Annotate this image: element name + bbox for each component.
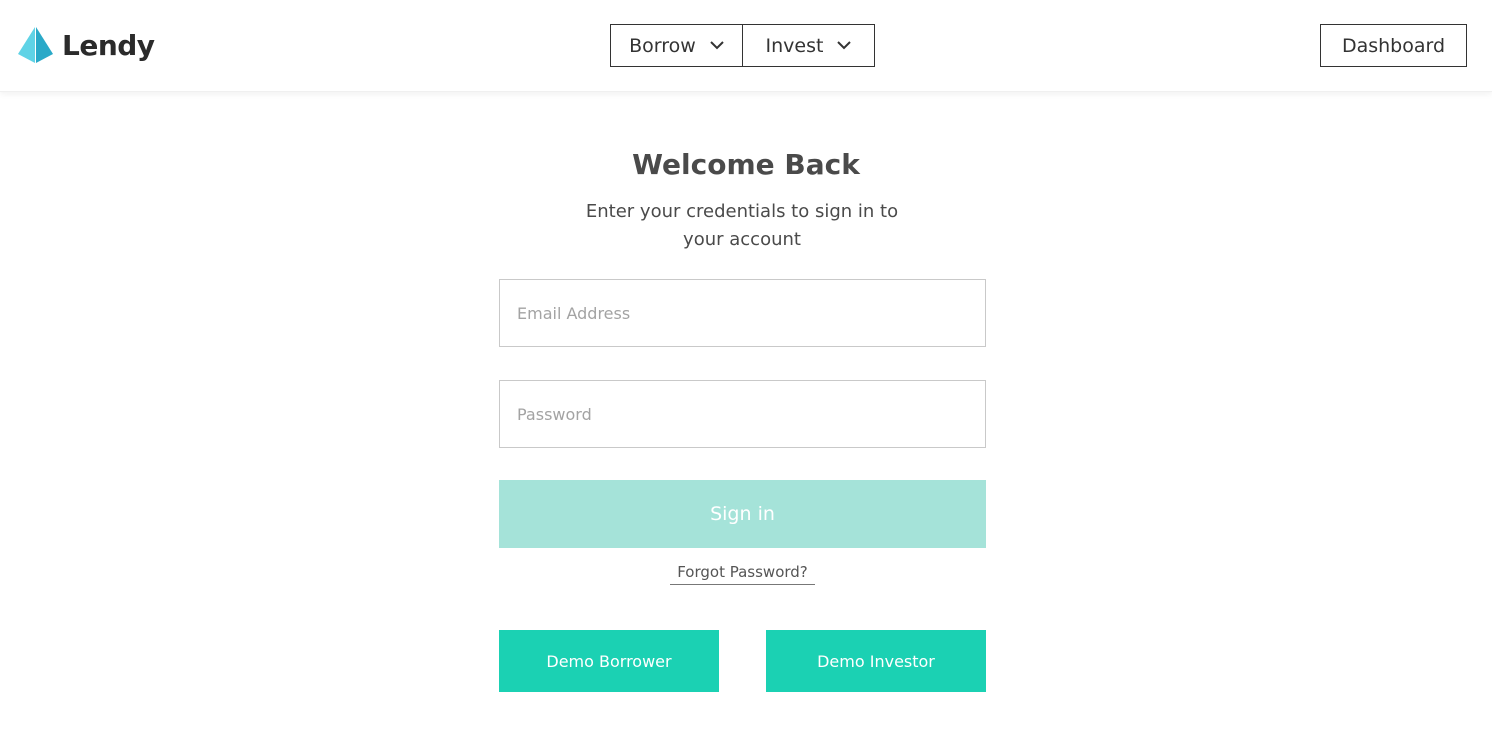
- top-navbar: Lendy Borrow Invest Dashboard: [0, 0, 1492, 92]
- demo-borrower-button[interactable]: Demo Borrower: [499, 630, 719, 692]
- sign-in-button[interactable]: Sign in: [499, 480, 986, 548]
- demo-investor-button[interactable]: Demo Investor: [766, 630, 986, 692]
- dashboard-button[interactable]: Dashboard: [1320, 24, 1467, 67]
- invest-menu-label: Invest: [765, 34, 824, 57]
- borrow-menu-button[interactable]: Borrow: [610, 24, 743, 67]
- demo-investor-label: Demo Investor: [817, 651, 935, 671]
- chevron-down-icon: [837, 41, 852, 50]
- forgot-password-link[interactable]: Forgot Password?: [670, 563, 815, 585]
- demo-borrower-label: Demo Borrower: [546, 651, 672, 671]
- page-title: Welcome Back: [632, 148, 860, 181]
- chevron-down-icon: [710, 41, 724, 50]
- logo-text: Lendy: [62, 28, 155, 62]
- email-field[interactable]: [499, 279, 986, 347]
- password-field[interactable]: [499, 380, 986, 448]
- dashboard-button-label: Dashboard: [1341, 34, 1446, 57]
- sign-in-button-label: Sign in: [710, 503, 775, 525]
- invest-menu-button[interactable]: Invest: [742, 24, 875, 67]
- borrow-menu-label: Borrow: [629, 34, 696, 57]
- logo[interactable]: Lendy: [17, 26, 155, 64]
- page-subtitle: Enter your credentials to sign in to you…: [585, 201, 899, 250]
- lendy-logo-icon: [18, 27, 53, 63]
- main-nav: Borrow Invest: [610, 24, 875, 67]
